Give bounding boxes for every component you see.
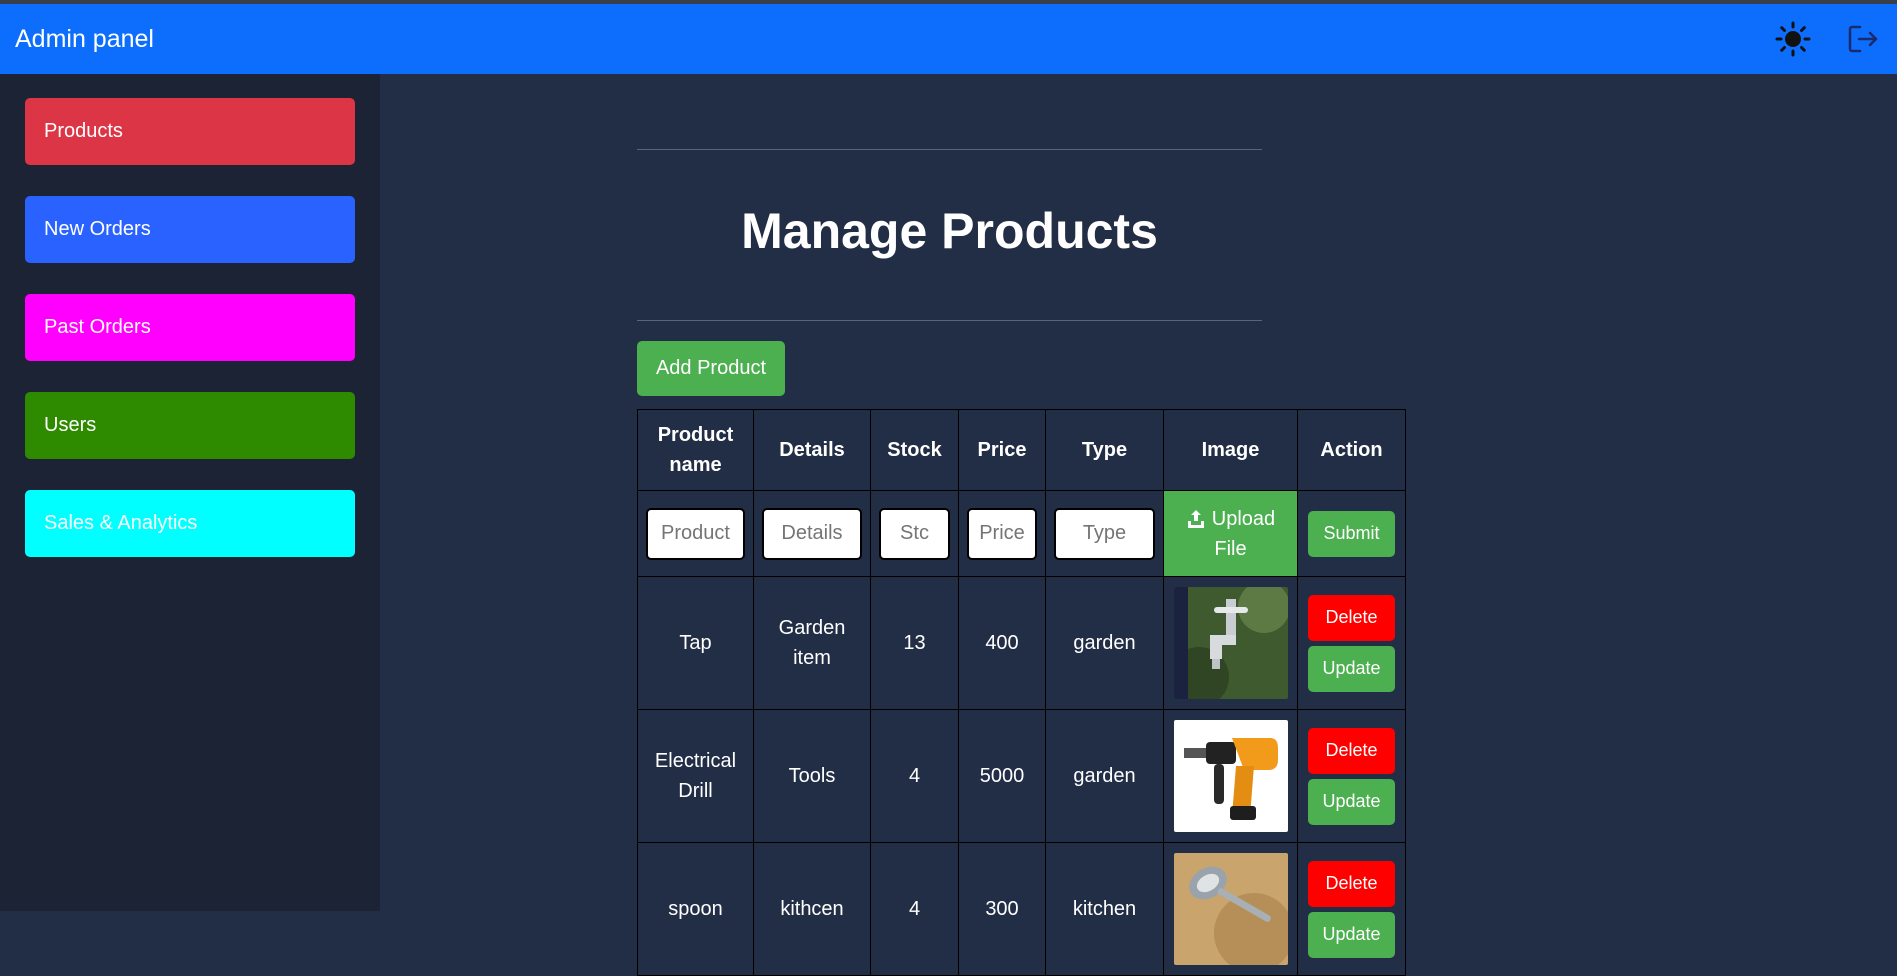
theme-toggle-button[interactable] [1773,19,1813,59]
type-input[interactable] [1054,507,1155,560]
cell-details: kithcen [753,842,871,976]
sidebar-item-label: Sales & Analytics [44,512,198,534]
sidebar-item-new-orders[interactable]: New Orders [25,196,355,263]
app-title: Admin panel [15,24,154,53]
price-input[interactable] [967,507,1037,560]
column-header-product-name: Product name [637,409,754,491]
cell-product-name: Electrical Drill [637,709,754,843]
products-table: Product name Details Stock Price Type Im… [637,409,1406,976]
logout-button[interactable] [1843,19,1883,59]
main-content: Manage Products Add Product Product name… [380,74,1897,976]
divider-top [637,149,1262,150]
cell-price: 5000 [958,709,1046,843]
column-header-price: Price [958,409,1046,491]
cell-price: 400 [958,576,1046,710]
delete-button[interactable]: Delete [1308,860,1395,907]
cell-type: garden [1045,709,1164,843]
tap-image [1173,587,1288,699]
sidebar-item-label: Products [44,120,123,142]
add-product-button[interactable]: Add Product [637,341,785,396]
sidebar-item-label: New Orders [44,218,151,240]
cell-stock: 4 [870,709,959,843]
sidebar-item-label: Users [44,414,97,436]
submit-button[interactable]: Submit [1308,510,1395,557]
header-actions [1773,19,1883,59]
sidebar-item-users[interactable]: Users [25,392,355,459]
update-button[interactable]: Update [1308,645,1395,692]
sidebar-item-label: Past Orders [44,316,151,338]
sidebar-item-past-orders[interactable]: Past Orders [25,294,355,361]
cell-stock: 4 [870,842,959,976]
top-navbar: Admin panel [0,4,1897,74]
cell-details: Garden item [753,576,871,710]
sidebar: Products New Orders Past Orders Users Sa… [0,74,380,911]
divider-bottom [637,320,1262,321]
upload-label: Upload [1211,507,1276,530]
product-name-input[interactable] [646,507,745,560]
table-row: spoon kithcen 4 300 kitchen Delete Updat… [637,842,1406,976]
sidebar-item-products[interactable]: Products [25,98,355,165]
page-title: Manage Products [741,203,1158,259]
sidebar-item-sales-analytics[interactable]: Sales & Analytics [25,490,355,557]
cell-product-name: spoon [637,842,754,976]
logout-icon [1848,25,1878,53]
delete-button[interactable]: Delete [1308,594,1395,641]
upload-icon [1187,509,1204,528]
cell-type: garden [1045,576,1164,710]
upload-file-button[interactable]: Upload File [1163,490,1298,577]
cell-product-name: Tap [637,576,754,710]
column-header-image: Image [1163,409,1298,491]
cell-price: 300 [958,842,1046,976]
table-header-row: Product name Details Stock Price Type Im… [637,409,1406,491]
table-row: Electrical Drill Tools 4 5000 garden Del… [637,709,1406,843]
upload-label-file: File [1214,537,1247,560]
column-header-details: Details [753,409,871,491]
column-header-action: Action [1297,409,1406,491]
column-header-stock: Stock [870,409,959,491]
cell-details: Tools [753,709,871,843]
column-header-type: Type [1045,409,1164,491]
table-row: Tap Garden item 13 400 garden Delete Upd… [637,576,1406,710]
delete-button[interactable]: Delete [1308,727,1395,774]
cell-stock: 13 [870,576,959,710]
spoon-image [1173,853,1288,965]
cell-type: kitchen [1045,842,1164,976]
details-input[interactable] [762,507,862,560]
sun-icon [1775,21,1811,57]
stock-input[interactable] [879,507,950,560]
update-button[interactable]: Update [1308,911,1395,958]
new-product-row: Upload File Submit [637,490,1406,577]
update-button[interactable]: Update [1308,778,1395,825]
drill-image [1173,720,1288,832]
